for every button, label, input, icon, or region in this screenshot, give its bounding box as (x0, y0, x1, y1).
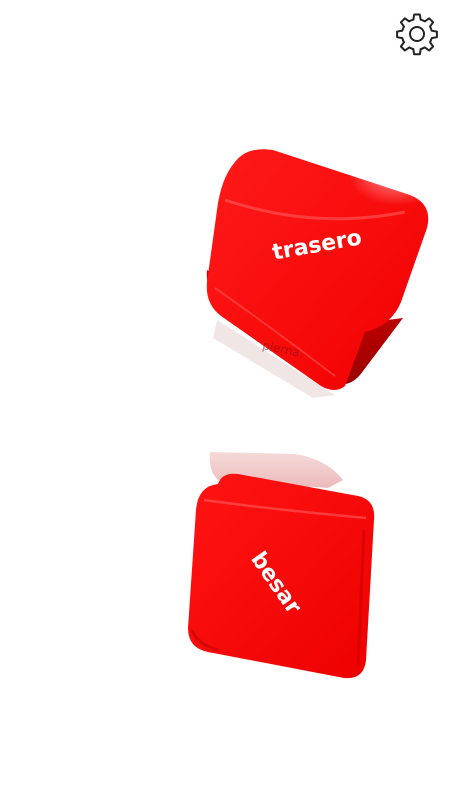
settings-button[interactable] (394, 11, 440, 57)
game-stage: trasero pierna besar (0, 0, 450, 800)
gear-icon (396, 13, 438, 56)
body-part-die[interactable]: besar (178, 440, 383, 690)
action-die[interactable]: trasero pierna (195, 140, 440, 400)
